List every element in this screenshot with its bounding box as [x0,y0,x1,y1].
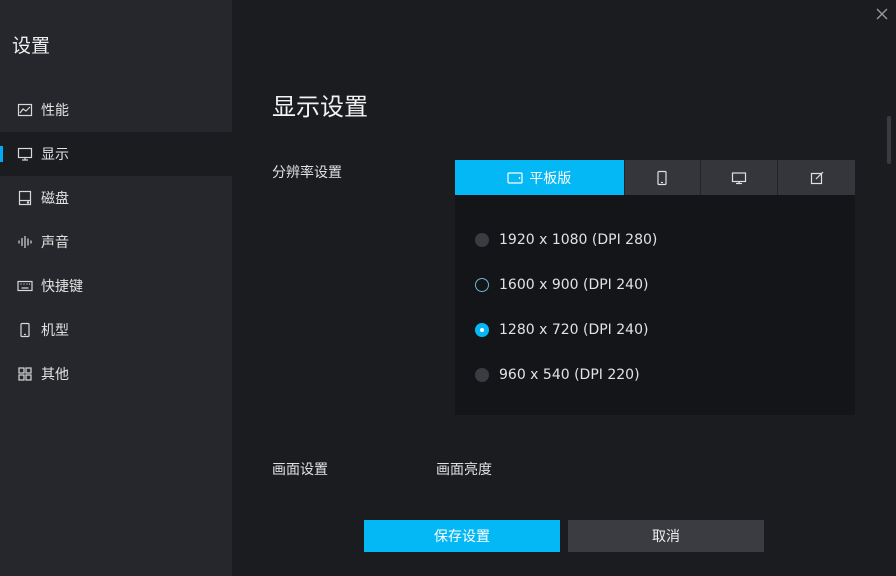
tab-label: 平板版 [529,170,572,187]
monitor-icon [731,170,747,186]
radio-button[interactable] [475,278,489,292]
resolution-section-label: 分辨率设置 [272,165,342,181]
resolution-option-label: 1920 x 1080 (DPI 280) [499,232,658,248]
scrollbar[interactable] [887,116,891,164]
edit-icon [809,170,825,186]
sidebar-item-label: 磁盘 [41,191,69,207]
keyboard-icon [17,278,33,294]
sidebar-title: 设置 [12,35,51,57]
sidebar-item-label: 声音 [41,235,69,251]
cancel-button[interactable]: 取消 [568,520,764,552]
resolution-option-1280[interactable]: 1280 x 720 (DPI 240) [475,322,648,338]
disk-icon [17,190,33,206]
sidebar-nav: 性能 显示 磁盘 声音 快捷键 机型 其他 [0,88,232,396]
tab-desktop[interactable] [700,160,778,195]
sidebar-item-display[interactable]: 显示 [0,132,232,176]
close-icon[interactable] [874,6,890,22]
sidebar-item-label: 显示 [41,147,69,163]
sidebar: 设置 性能 显示 磁盘 声音 快捷键 机型 其他 [0,0,232,576]
sidebar-item-other[interactable]: 其他 [0,352,232,396]
resolution-option-960[interactable]: 960 x 540 (DPI 220) [475,367,640,383]
sidebar-item-shortcuts[interactable]: 快捷键 [0,264,232,308]
picture-section-label: 画面设置 [272,462,328,478]
radio-button[interactable] [475,323,489,337]
phone-icon [654,170,670,186]
page-title: 显示设置 [272,93,368,121]
tab-phone[interactable] [623,160,701,195]
resolution-option-1920[interactable]: 1920 x 1080 (DPI 280) [475,232,657,248]
sidebar-item-label: 快捷键 [41,279,83,295]
resolution-options-panel: 1920 x 1080 (DPI 280) 1600 x 900 (DPI 24… [455,195,855,415]
sidebar-item-device-model[interactable]: 机型 [0,308,232,352]
sound-icon [17,234,33,250]
sidebar-item-performance[interactable]: 性能 [0,88,232,132]
tablet-icon [507,170,523,186]
save-button[interactable]: 保存设置 [364,520,560,552]
tab-custom[interactable] [777,160,856,195]
resolution-tabs: 平板版 [455,160,856,195]
chart-icon [17,102,33,118]
radio-button[interactable] [475,233,489,247]
sidebar-item-label: 机型 [41,323,69,339]
tab-tablet[interactable]: 平板版 [455,160,624,195]
sidebar-item-label: 其他 [41,367,69,383]
radio-button[interactable] [475,368,489,382]
sidebar-item-disk[interactable]: 磁盘 [0,176,232,220]
sidebar-item-sound[interactable]: 声音 [0,220,232,264]
brightness-label: 画面亮度 [436,462,492,478]
resolution-option-label: 1600 x 900 (DPI 240) [499,277,649,293]
resolution-option-label: 960 x 540 (DPI 220) [499,367,640,383]
sidebar-item-label: 性能 [41,103,69,119]
phone-icon [17,322,33,338]
grid-icon [17,366,33,382]
resolution-option-label: 1280 x 720 (DPI 240) [499,322,649,338]
resolution-option-1600[interactable]: 1600 x 900 (DPI 240) [475,277,648,293]
monitor-icon [17,146,33,162]
